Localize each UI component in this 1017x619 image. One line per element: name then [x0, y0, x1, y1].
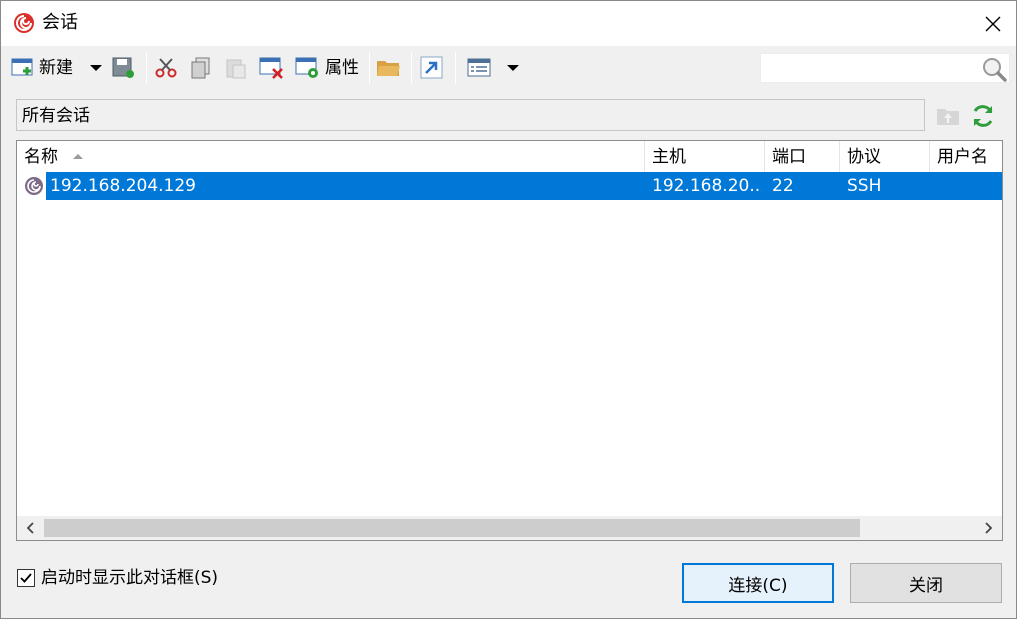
cell-username	[937, 172, 997, 200]
folder-up-icon	[937, 109, 959, 125]
cut-button[interactable]	[154, 51, 180, 85]
paste-button[interactable]	[224, 51, 248, 85]
connect-button[interactable]: 连接(C)	[682, 563, 834, 603]
sessions-dialog: 会话 新建 属性 所有会话 名称 主机 端口 协议 用户名 192.168.20…	[0, 0, 1017, 619]
cell-name: 192.168.204.129	[50, 176, 197, 196]
column-header-name[interactable]: 名称	[17, 141, 645, 172]
folder-path-label: 所有会话	[22, 106, 90, 126]
column-header-username[interactable]: 用户名	[930, 141, 1002, 172]
copy-button[interactable]	[189, 51, 213, 85]
toolbar-separator	[369, 52, 370, 84]
search-input[interactable]	[765, 57, 975, 79]
scroll-left-button[interactable]	[17, 516, 43, 540]
cell-host: 192.168.20...	[652, 176, 762, 196]
open-folder-button[interactable]	[376, 51, 402, 85]
parent-folder-button[interactable]	[933, 101, 963, 131]
scrollbar-thumb[interactable]	[44, 519, 860, 537]
copy-icon	[191, 57, 210, 79]
checkmark-icon	[20, 573, 32, 583]
refresh-button[interactable]	[968, 101, 998, 131]
new-session-label: 新建	[39, 58, 73, 78]
chevron-left-icon	[26, 522, 34, 534]
close-button[interactable]: 关闭	[850, 563, 1002, 603]
column-header-label: 用户名	[937, 147, 988, 167]
create-shortcut-button[interactable]	[419, 51, 445, 85]
new-session-dropdown[interactable]	[89, 51, 103, 85]
column-header-label: 主机	[652, 147, 686, 167]
column-header-protocol[interactable]: 协议	[840, 141, 930, 172]
refresh-icon	[973, 105, 993, 127]
search-icon[interactable]	[981, 56, 1007, 87]
search-box	[760, 53, 1010, 83]
chevron-right-icon	[985, 522, 993, 534]
shortcut-icon	[420, 56, 443, 79]
scroll-right-button[interactable]	[976, 516, 1002, 540]
close-window-button[interactable]	[970, 1, 1016, 46]
folder-icon	[377, 61, 400, 76]
scissors-icon	[155, 58, 177, 78]
paste-icon	[226, 59, 246, 79]
cell-port: 22	[772, 176, 794, 196]
title-bar: 会话	[1, 1, 1016, 46]
session-list[interactable]: 名称 主机 端口 协议 用户名 192.168.204.129 192.168.…	[16, 140, 1003, 541]
new-window-icon	[11, 58, 33, 76]
properties-label: 属性	[325, 58, 359, 78]
horizontal-scrollbar[interactable]	[17, 516, 1002, 540]
checkbox-box[interactable]	[17, 569, 35, 587]
window-title: 会话	[42, 12, 78, 33]
table-row[interactable]: 192.168.204.129 192.168.20... 22 SSH	[17, 172, 1002, 200]
show-on-startup-label: 启动时显示此对话框(S)	[41, 568, 219, 588]
list-header: 名称 主机 端口 协议 用户名	[17, 141, 1002, 172]
list-view-icon	[467, 58, 491, 77]
column-header-label: 协议	[847, 147, 881, 167]
toolbar-separator	[455, 52, 456, 84]
column-header-host[interactable]: 主机	[645, 141, 765, 172]
properties-button[interactable]: 属性	[295, 51, 359, 85]
sort-ascending-icon	[73, 154, 84, 159]
session-icon	[23, 175, 45, 202]
delete-icon	[259, 57, 283, 79]
view-mode-dropdown[interactable]	[506, 51, 520, 85]
toolbar-separator	[411, 52, 412, 84]
save-icon	[112, 57, 134, 78]
settings-window-icon	[295, 57, 318, 78]
show-on-startup-checkbox[interactable]: 启动时显示此对话框(S)	[17, 567, 218, 589]
toolbar: 新建 属性	[1, 47, 1016, 89]
folder-path-bar: 所有会话	[16, 99, 925, 131]
caret-down-icon	[507, 65, 519, 71]
app-logo-icon	[12, 11, 36, 35]
column-header-label: 名称	[24, 147, 58, 167]
view-mode-button[interactable]	[467, 51, 493, 85]
caret-down-icon	[90, 65, 102, 71]
column-header-port[interactable]: 端口	[765, 141, 840, 172]
cell-protocol: SSH	[847, 176, 882, 196]
delete-session-button[interactable]	[259, 51, 285, 85]
column-header-label: 端口	[772, 147, 806, 167]
new-session-button[interactable]: 新建	[11, 51, 73, 85]
save-session-button[interactable]	[111, 51, 137, 85]
toolbar-separator	[146, 52, 147, 84]
close-icon	[985, 16, 1001, 31]
